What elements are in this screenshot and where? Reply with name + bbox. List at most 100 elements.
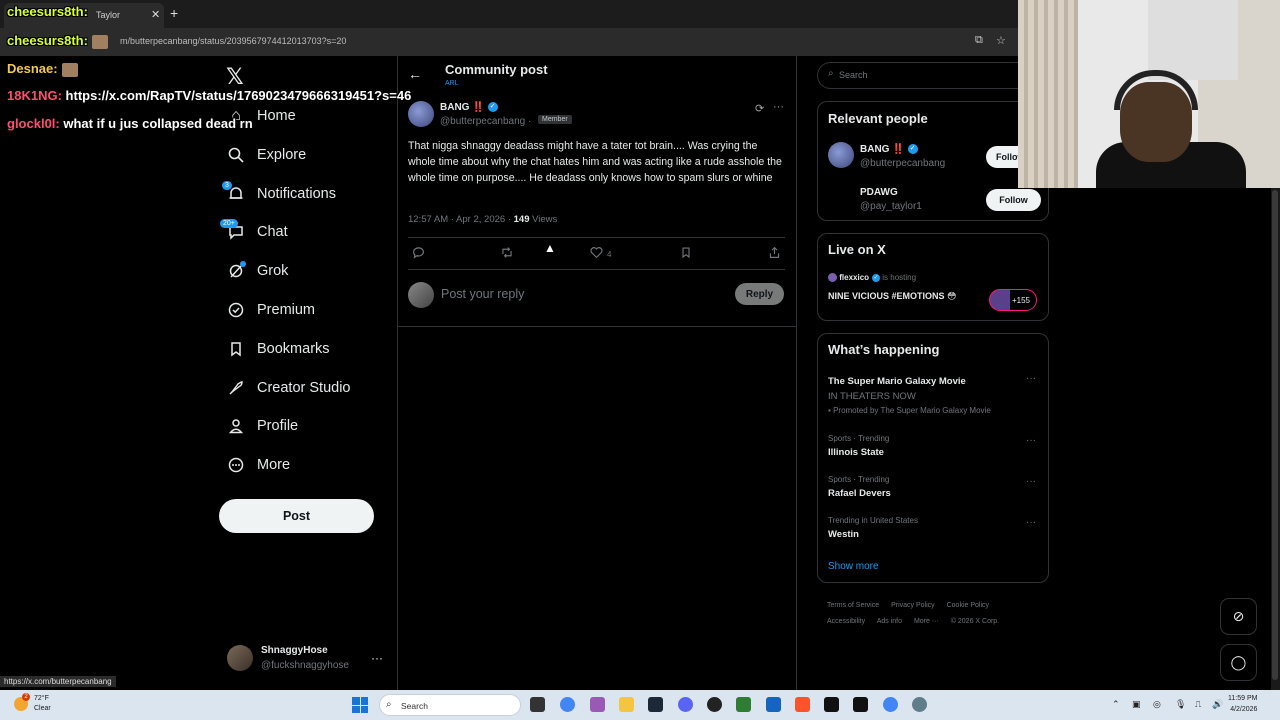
close-tab-icon[interactable]: ✕ bbox=[151, 8, 160, 21]
trend-name[interactable]: Westin bbox=[828, 529, 859, 540]
account-more-icon[interactable]: ··· bbox=[371, 651, 383, 665]
reply-input[interactable]: Post your reply bbox=[441, 287, 524, 301]
nav-profile[interactable]: Profile bbox=[226, 411, 298, 441]
share-action[interactable] bbox=[768, 246, 781, 262]
grok-icon bbox=[226, 261, 246, 281]
chrome-icon[interactable] bbox=[883, 697, 898, 712]
footer-accessibility[interactable]: Accessibility bbox=[827, 618, 865, 625]
follow-button[interactable]: Follow bbox=[986, 146, 1018, 168]
nav-creator-studio[interactable]: Creator Studio bbox=[226, 373, 351, 403]
like-action[interactable]: 4 bbox=[590, 246, 611, 262]
settings-icon[interactable] bbox=[912, 697, 927, 712]
microphone-icon[interactable]: 🎙 bbox=[1175, 699, 1186, 710]
footer-ads-info[interactable]: Ads info bbox=[877, 618, 902, 625]
account-handle[interactable]: @fuckshnaggyhose bbox=[261, 660, 349, 671]
trend-more-icon[interactable]: ··· bbox=[1026, 476, 1036, 487]
footer-privacy[interactable]: Privacy Policy bbox=[891, 602, 935, 609]
chat-username: glockl0l: bbox=[7, 116, 60, 131]
nav-notifications[interactable]: 3 Notifications bbox=[222, 179, 336, 209]
volume-icon[interactable]: 🔊 bbox=[1212, 699, 1223, 710]
account-avatar[interactable] bbox=[227, 645, 253, 671]
post-timestamp[interactable]: 12:57 AM · Apr 2, 2026 · bbox=[408, 214, 514, 225]
url-text[interactable]: m/butterpecanbang/status/203956797441201… bbox=[120, 36, 346, 46]
copilot-icon[interactable] bbox=[590, 697, 605, 712]
community-name[interactable]: ARL bbox=[445, 80, 459, 87]
stream-chat-line: glockl0l: what if u jus collapsed dead r… bbox=[7, 116, 253, 131]
app-icon[interactable] bbox=[736, 697, 751, 712]
bookmark-star-icon[interactable]: ☆ bbox=[996, 34, 1006, 47]
space-title[interactable]: NINE VICIOUS #EMOTIONS 😳 bbox=[828, 291, 956, 302]
show-more-link[interactable]: Show more bbox=[828, 561, 879, 572]
search-icon: ⌕ bbox=[386, 699, 392, 710]
tray-app-icon[interactable]: ◎ bbox=[1153, 699, 1161, 710]
folder-icon[interactable] bbox=[619, 697, 634, 712]
obs-icon[interactable] bbox=[707, 697, 722, 712]
address-bar[interactable]: m/butterpecanbang/status/203956797441201… bbox=[0, 28, 1018, 56]
start-button[interactable] bbox=[352, 697, 368, 713]
tray-chevron-icon[interactable]: ⌃ bbox=[1112, 699, 1120, 710]
install-app-icon[interactable]: ⧉ bbox=[975, 34, 983, 47]
post-more-icon[interactable]: ··· bbox=[773, 101, 784, 113]
views-count: 149 bbox=[513, 214, 530, 225]
chat-username: Desnae: bbox=[7, 61, 58, 76]
reply-button[interactable]: Reply bbox=[735, 283, 784, 305]
account-name[interactable]: ShnaggyHose bbox=[261, 645, 328, 656]
scrollbar-thumb[interactable] bbox=[1272, 190, 1278, 680]
footer-cookie[interactable]: Cookie Policy bbox=[947, 602, 989, 609]
nav-explore[interactable]: Explore bbox=[226, 140, 306, 170]
trend-more-icon[interactable]: ··· bbox=[1026, 517, 1036, 528]
bookmark-action[interactable] bbox=[680, 246, 692, 262]
listener-count[interactable]: +155 bbox=[989, 289, 1037, 311]
brave-icon[interactable] bbox=[795, 697, 810, 712]
search-input[interactable]: ⌕ Search bbox=[817, 62, 1037, 89]
person-handle[interactable]: @pay_taylor1 bbox=[860, 201, 922, 212]
footer-more[interactable]: More ··· bbox=[914, 618, 939, 625]
back-arrow-icon[interactable]: ← bbox=[408, 66, 422, 82]
member-badge: Member bbox=[538, 115, 572, 124]
new-tab-icon[interactable]: + bbox=[170, 5, 178, 21]
person-name[interactable]: PDAWG bbox=[860, 187, 898, 198]
weather-widget[interactable]: 72°F Clear bbox=[34, 694, 51, 714]
app-icon[interactable] bbox=[766, 697, 781, 712]
person-handle[interactable]: @butterpecanbang bbox=[860, 158, 945, 169]
trend-more-icon[interactable]: ··· bbox=[1026, 373, 1036, 384]
live-host[interactable]: flexxico ✓ is hosting bbox=[828, 273, 917, 283]
search-icon: ⌕ bbox=[828, 68, 834, 79]
network-icon[interactable]: ⎍ bbox=[1195, 699, 1201, 710]
follow-button[interactable]: Follow bbox=[986, 189, 1041, 211]
trend-more-icon[interactable]: ··· bbox=[1026, 435, 1036, 446]
person-avatar[interactable] bbox=[828, 142, 854, 168]
app-icon[interactable] bbox=[824, 697, 839, 712]
post-button[interactable]: Post bbox=[219, 499, 374, 533]
footer-links: Terms of Service Privacy Policy Cookie P… bbox=[827, 598, 1047, 630]
tray-app-icon[interactable]: ▣ bbox=[1132, 699, 1141, 710]
repost-action[interactable] bbox=[500, 246, 514, 262]
chrome-icon[interactable] bbox=[560, 697, 575, 712]
taskbar-search[interactable]: ⌕ Search bbox=[379, 694, 521, 716]
nav-grok[interactable]: Grok bbox=[226, 256, 288, 286]
clock[interactable]: 11:59 PM 4/2/2026 bbox=[1228, 693, 1257, 715]
capcut-icon[interactable] bbox=[853, 697, 868, 712]
nav-more[interactable]: More bbox=[226, 450, 290, 480]
hosting-label: is hosting bbox=[880, 273, 917, 282]
post-author-handle[interactable]: @butterpecanbang · bbox=[440, 116, 531, 127]
discord-icon[interactable] bbox=[678, 697, 693, 712]
screen: Taylor ✕ + m/butterpecanbang/status/2039… bbox=[0, 0, 1280, 720]
footer-terms[interactable]: Terms of Service bbox=[827, 602, 879, 609]
taskview-icon[interactable] bbox=[530, 697, 545, 712]
nav-premium[interactable]: Premium bbox=[226, 295, 315, 325]
nav-bookmarks[interactable]: Bookmarks bbox=[226, 334, 330, 364]
grok-explain-icon[interactable]: ⟳ bbox=[755, 102, 764, 115]
reply-action[interactable] bbox=[412, 246, 425, 262]
trend-name[interactable]: Illinois State bbox=[828, 447, 884, 458]
post-author-name[interactable]: BANG ‼️ ✓ bbox=[440, 102, 498, 113]
messages-fab-button[interactable]: ◯ bbox=[1220, 644, 1257, 681]
person-name[interactable]: BANG ‼️ ✓ bbox=[860, 144, 918, 155]
trend-name[interactable]: The Super Mario Galaxy Movie bbox=[828, 376, 966, 387]
steam-icon[interactable] bbox=[648, 697, 663, 712]
post-author-avatar[interactable] bbox=[408, 101, 434, 127]
nav-chat[interactable]: 20+ Chat bbox=[220, 217, 288, 247]
grok-fab-button[interactable]: ⊘ bbox=[1220, 598, 1257, 635]
x-logo[interactable]: 𝕏 bbox=[226, 64, 244, 90]
trend-name[interactable]: Rafael Devers bbox=[828, 488, 891, 499]
